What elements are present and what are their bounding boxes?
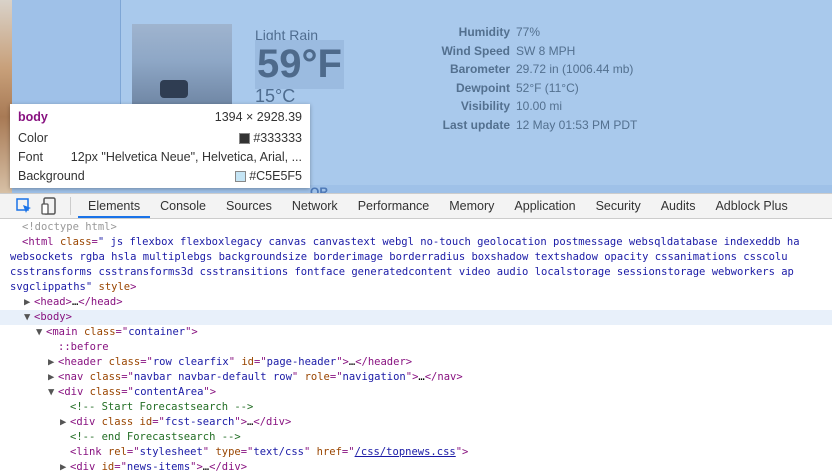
dom-node-comment-end[interactable]: <!-- end Forecastsearch -->	[0, 430, 832, 445]
expand-triangle-icon[interactable]: ▶	[60, 460, 70, 475]
collapse-triangle-icon[interactable]: ▼	[24, 310, 34, 325]
stat-row: Dewpoint 52°F (11°C)	[422, 81, 637, 100]
dom-node-news-items[interactable]: ▶ <div id="news-items">…</div>	[0, 460, 832, 475]
weather-stats: Humidity 77% Wind Speed SW 8 MPH Barometer…	[422, 25, 637, 136]
stat-value: 29.72 in (1006.44 mb)	[516, 62, 634, 76]
comment-text: <!-- Start Forecastsearch -->	[70, 401, 254, 413]
stat-value: SW 8 MPH	[516, 43, 576, 58]
tooltip-font-value: 12px "Helvetica Neue", Helvetica, Arial,…	[70, 150, 302, 164]
dom-node-header[interactable]: ▶ <header class="row clearfix" id="page-h…	[0, 355, 832, 370]
expand-triangle-icon[interactable]: ▶	[60, 415, 70, 430]
dom-node-comment-start[interactable]: <!-- Start Forecastsearch -->	[0, 400, 832, 415]
contentarea-class-value: contentArea	[133, 386, 204, 398]
html-class-value: svgclippaths"	[10, 281, 93, 293]
stat-value: 12 May 01:53 PM PDT	[516, 117, 638, 132]
collapse-triangle-icon[interactable]: ▼	[36, 325, 46, 340]
html-class-value: csstransforms csstransforms3d csstransit…	[10, 266, 794, 278]
tab-adblock-plus[interactable]: Adblock Plus	[705, 194, 797, 218]
link-rel-value: stylesheet	[139, 446, 203, 458]
stat-label: Last update	[442, 117, 510, 132]
tab-application[interactable]: Application	[504, 194, 585, 218]
tab-sources[interactable]: Sources	[216, 194, 282, 218]
tooltip-bg-label: Background	[18, 169, 85, 183]
dom-node-html[interactable]: <html class=" js flexbox flexboxlegacy c…	[0, 235, 832, 250]
stat-row: Barometer 29.72 in (1006.44 mb)	[422, 62, 637, 81]
inspect-element-icon[interactable]	[14, 196, 34, 216]
stat-label: Dewpoint	[456, 80, 510, 95]
dom-node-before[interactable]: ::before	[0, 340, 832, 355]
tooltip-color-row: Color #333333	[18, 131, 302, 145]
dom-node-link[interactable]: <link rel="stylesheet" type="text/css" h…	[0, 445, 832, 460]
color-swatch	[239, 133, 251, 145]
tab-memory[interactable]: Memory	[439, 194, 504, 218]
devtools-panel: Elements Console Sources Network Perform…	[0, 193, 832, 473]
tooltip-font-row: Font 12px "Helvetica Neue", Helvetica, A…	[18, 150, 302, 164]
tooltip-font-label: Font	[18, 150, 44, 164]
tooltip-header: body 1394 × 2928.39	[18, 110, 302, 124]
tab-console[interactable]: Console	[150, 194, 216, 218]
stat-label: Wind Speed	[441, 43, 510, 58]
nav-role-value: navigation	[342, 371, 406, 383]
dom-node-doctype[interactable]: <!doctype html>	[0, 220, 832, 235]
link-href[interactable]: /css/topnews.css	[355, 446, 456, 458]
expand-triangle-icon[interactable]: ▶	[48, 370, 58, 385]
fcst-id-value: fcst-search	[164, 416, 235, 428]
inspect-tooltip: body 1394 × 2928.39 Color #333333 Font 1…	[10, 104, 310, 188]
tab-security[interactable]: Security	[586, 194, 651, 218]
main-class-value: container	[128, 326, 186, 338]
tooltip-color-value: #333333	[253, 131, 302, 145]
devtools-tabbar: Elements Console Sources Network Perform…	[0, 194, 832, 219]
dom-node-fcst-search[interactable]: ▶ <div class id="fcst-search">…</div>	[0, 415, 832, 430]
dom-node-nav[interactable]: ▶ <nav class="navbar navbar-default row" …	[0, 370, 832, 385]
stat-value: 10.00 mi	[516, 99, 563, 113]
tooltip-bg-value: #C5E5F5	[249, 169, 302, 183]
collapse-triangle-icon[interactable]: ▼	[48, 385, 58, 400]
stat-row: Last update 12 May 01:53 PM PDT	[422, 117, 638, 137]
tooltip-tag: body	[18, 110, 48, 124]
nav-class-value: navbar navbar-default row	[133, 371, 292, 383]
html-class-continued: websockets rgba hsla multiplebgs backgro…	[0, 250, 832, 265]
header-class-value: row clearfix	[152, 356, 229, 368]
stat-value: 52°F (11°C)	[516, 80, 579, 95]
tab-audits[interactable]: Audits	[651, 194, 706, 218]
header-id-value: page-header	[266, 356, 337, 368]
stat-row: Visibility 10.00 mi	[422, 99, 637, 118]
stat-label: Barometer	[449, 62, 510, 76]
car-shape	[160, 80, 188, 98]
bg-swatch	[235, 171, 247, 183]
html-class-continued: svgclippaths" style>	[10, 281, 137, 293]
toolbar-separator	[70, 197, 71, 215]
tooltip-bg-value-wrap: #C5E5F5	[235, 169, 302, 183]
weather-photo	[132, 24, 232, 106]
expand-triangle-icon[interactable]: ▶	[24, 295, 34, 310]
tooltip-color-label: Color	[18, 131, 48, 145]
dom-node-body[interactable]: ▼ <body>	[0, 310, 832, 325]
tab-elements[interactable]: Elements	[78, 194, 151, 218]
elements-tree: <!doctype html> <html class=" js flexbox…	[0, 220, 832, 473]
dom-node-contentarea[interactable]: ▼ <div class="contentArea">	[0, 385, 832, 400]
html-class-value: " js flexbox flexboxlegacy canvas canvas…	[97, 236, 800, 248]
dom-node-head[interactable]: ▶ <head>…</head>	[0, 295, 832, 310]
stat-label: Humidity	[458, 25, 510, 39]
tab-performance[interactable]: Performance	[348, 194, 440, 218]
device-toolbar-icon[interactable]	[40, 196, 60, 216]
html-class-continued: csstransforms csstransforms3d csstransit…	[0, 265, 832, 280]
stat-value: 77%	[516, 25, 541, 39]
link-type-value: text/css	[253, 446, 304, 458]
tab-network[interactable]: Network	[282, 194, 348, 218]
comment-text: <!-- end Forecastsearch -->	[70, 431, 241, 443]
stat-row: Humidity 77%	[422, 25, 637, 44]
news-id-value: news-items	[126, 461, 191, 473]
temperature-f: 59°F	[255, 40, 344, 89]
devtools-tabs: Elements Console Sources Network Perform…	[78, 194, 798, 218]
dom-node-main[interactable]: ▼ <main class="container">	[0, 325, 832, 340]
stat-row: Wind Speed SW 8 MPH	[422, 44, 637, 63]
tooltip-bg-row: Background #C5E5F5	[18, 169, 302, 183]
doctype-text: <!doctype html>	[22, 221, 117, 233]
tooltip-color-value-wrap: #333333	[239, 131, 302, 145]
tooltip-dimensions: 1394 × 2928.39	[214, 110, 302, 124]
expand-triangle-icon[interactable]: ▶	[48, 355, 58, 370]
html-class-value: websockets rgba hsla multiplebgs backgro…	[10, 251, 788, 263]
stat-label: Visibility	[460, 99, 510, 113]
